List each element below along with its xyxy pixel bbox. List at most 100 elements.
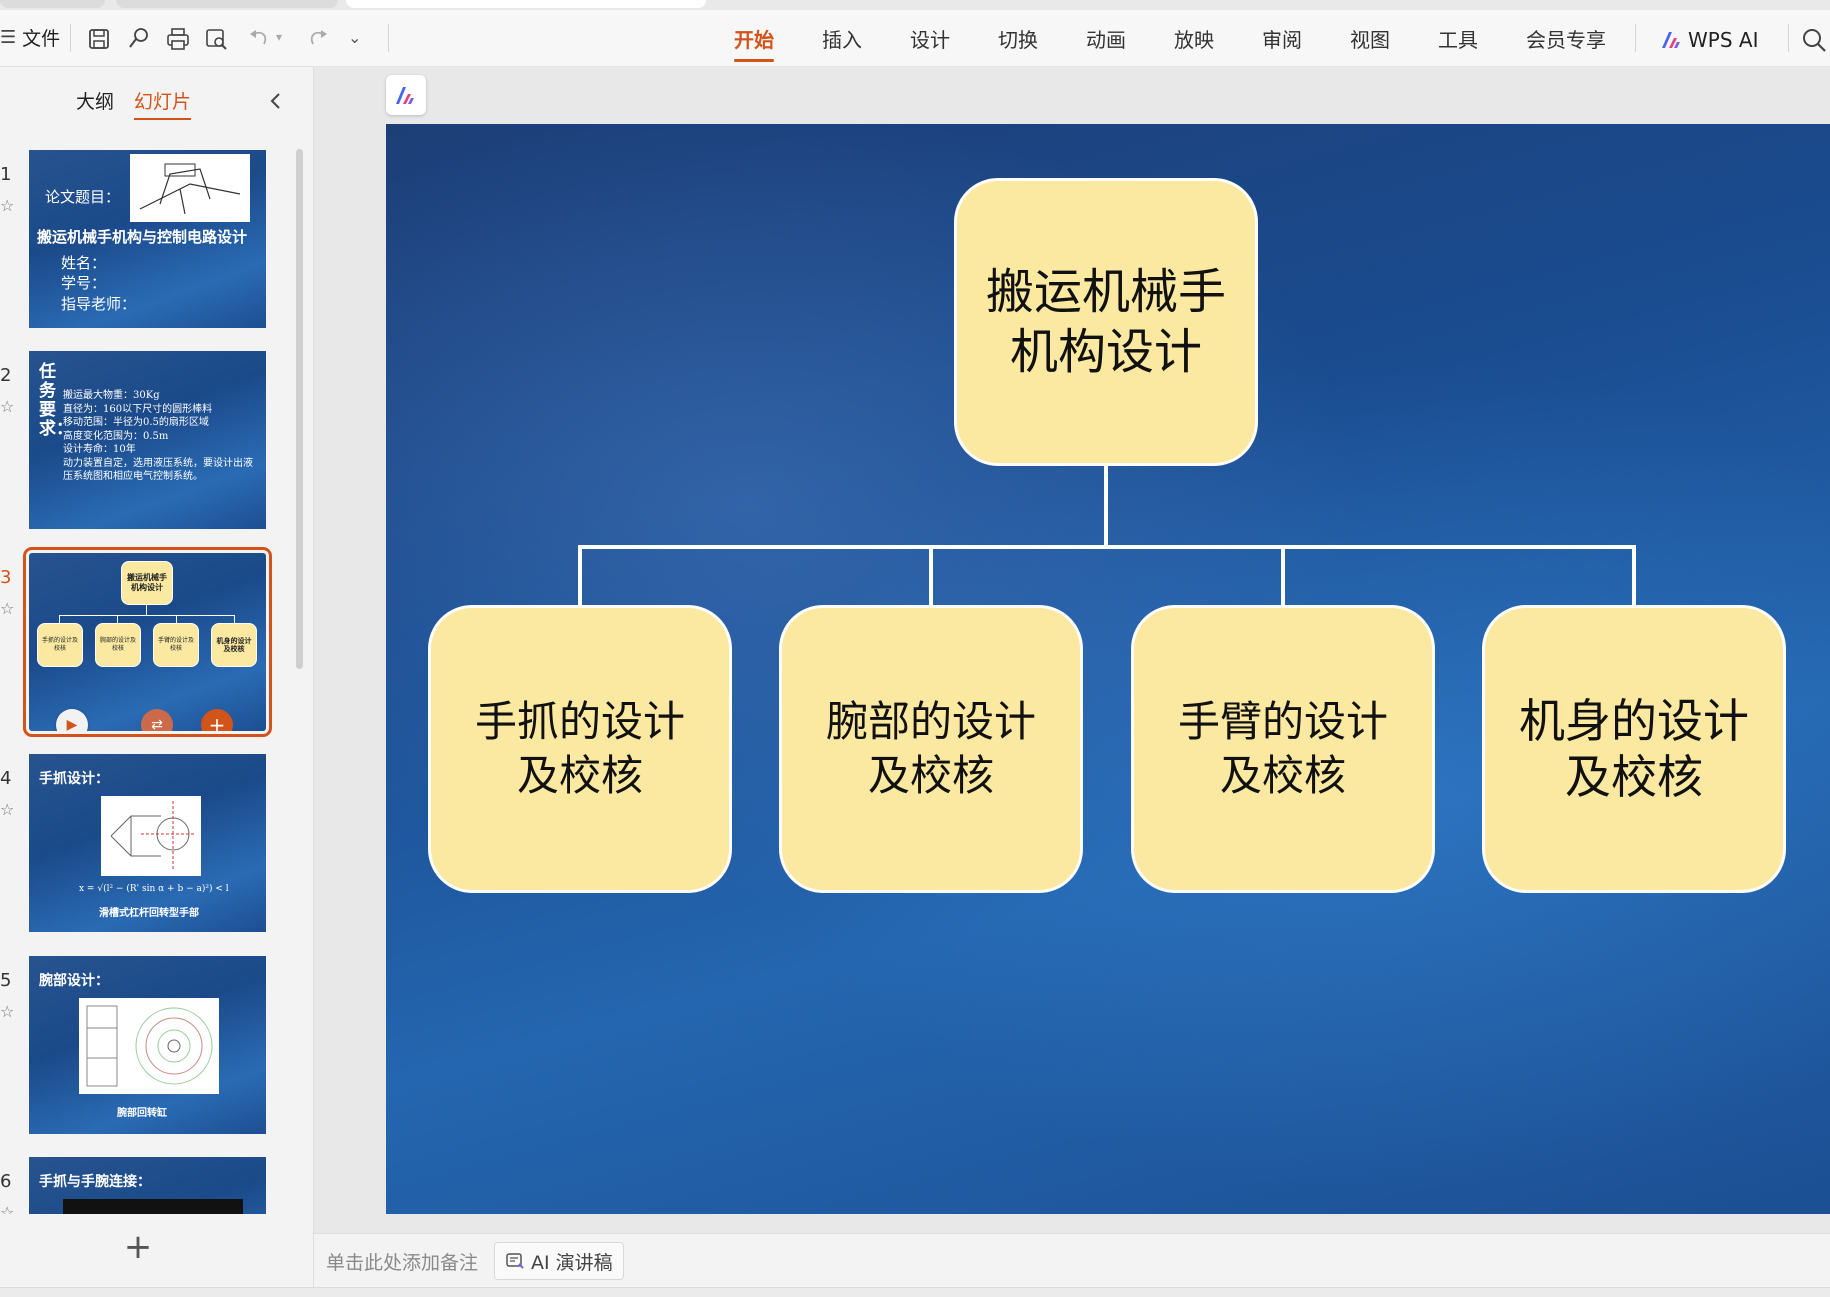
format-painter-icon[interactable] [126,26,152,52]
ribbon-menu: 开始 插入 设计 切换 动画 放映 审阅 视图 工具 会员专享 [710,22,1630,62]
slide-thumbnail-1[interactable]: 1 ☆ 论文题目： 搬运机械手机构与控制电路设计 姓名： 学号： 指导老师： [0,150,300,330]
root-node-box[interactable]: 搬运机械手 机构设计 [954,178,1258,466]
root-node-line-1: 搬运机械手 [985,264,1226,320]
dark-image [63,1199,243,1214]
thumb-line: 移动范围：半径为0.5的扇形区域 [63,417,209,428]
thumb-line: 动力装置自定，选用液压系统，要设计出液压系统图和相应电气控制系统。 [63,457,253,483]
floating-ai-button[interactable] [386,75,426,115]
notes-input[interactable]: 单击此处添加备注 [326,1248,478,1275]
file-menu-button[interactable]: ☰ 文件 [0,24,60,51]
toolbar-divider [1788,24,1789,52]
slide-thumbnail-5[interactable]: 5 ☆ 腕部设计： 腕部回转缸 [0,956,300,1136]
toolbar-divider [1635,24,1636,52]
child-node-line-2: 及校核 [516,751,643,800]
child-node-box[interactable]: 机身的设计 及校核 [1482,605,1786,893]
slide-number: 4 [0,768,12,789]
favorite-star-icon[interactable]: ☆ [0,196,14,215]
notes-bar: 单击此处添加备注 AI 演讲稿 [314,1233,1830,1288]
slide-thumbnail-2[interactable]: 2 ☆ 任务要求： 搬运最大物重：30Kg 直径为：160以下尺寸的圆形棒料 移… [0,351,300,531]
slide-thumbnail-image[interactable]: 手抓与手腕连接： [29,1157,266,1214]
child-node-line-2: 及校核 [867,751,994,800]
ai-script-label: AI 演讲稿 [531,1251,613,1274]
tab-slides[interactable]: 幻灯片 [134,87,192,120]
thumb-child-box: 手臂的设计及校核 [153,623,199,667]
diagram-image [130,154,250,222]
play-icon: ▶ [66,717,78,731]
redo-icon[interactable] [305,26,331,52]
thumb-title: 手抓与手腕连接： [39,1174,151,1190]
root-node-line-2: 机构设计 [1009,324,1202,380]
slide-thumbnail-3[interactable]: 3 ☆ 搬运机械手机构设计 手抓的设计及校核 腕部的设计及校核 手臂的设计及校核… [0,547,300,737]
menu-tab[interactable]: 会员专享 [1502,22,1630,58]
tab-outline[interactable]: 大纲 [76,87,114,114]
favorite-star-icon[interactable]: ☆ [0,800,14,819]
favorite-star-icon[interactable]: ☆ [0,397,14,416]
save-icon[interactable] [86,26,112,52]
slide-number: 6 [0,1171,12,1192]
thumb-requirements: 搬运最大物重：30Kg 直径为：160以下尺寸的圆形棒料 移动范围：半径为0.5… [63,389,259,484]
slide-thumbnail-image[interactable]: 手抓设计： x = √(l² − (R' sin α + b − a)²) < … [29,754,266,932]
play-slide-button[interactable]: ▶ [56,709,88,731]
slide-thumbnail-image[interactable]: 搬运机械手机构设计 手抓的设计及校核 腕部的设计及校核 手臂的设计及校核 机身的… [23,547,272,737]
add-slide-after-button[interactable]: + [201,709,233,731]
thumb-line: 指导老师： [61,295,137,313]
menu-tab[interactable]: 审阅 [1238,22,1326,58]
thumb-line: 高度变化范围为：0.5m [63,430,169,442]
connector-root [1104,463,1108,547]
menu-tab[interactable]: 动画 [1062,22,1150,58]
child-node-box[interactable]: 腕部的设计 及校核 [779,605,1083,893]
thumb-caption: 滑槽式杠杆回转型手部 [99,908,199,919]
slide-thumbnail-6[interactable]: 6 ☆ 手抓与手腕连接： [0,1157,300,1214]
thumb-caption: 腕部回转缸 [117,1108,167,1119]
window-tab[interactable] [0,0,105,8]
slide-number: 2 [0,365,12,386]
menu-tab[interactable]: 视图 [1326,22,1414,58]
wps-ai-button[interactable]: WPS AI [1660,22,1758,58]
slide-thumbnail-4[interactable]: 4 ☆ 手抓设计： x = √(l² − (R' sin α + b − a)²… [0,754,300,934]
menu-tab[interactable]: 放映 [1150,22,1238,58]
thumb-line: 搬运最大物重：30Kg [63,390,160,401]
connector [146,605,147,615]
child-node-line-2: 及校核 [1219,751,1346,800]
search-icon[interactable] [1800,26,1828,54]
menu-tab[interactable]: 工具 [1414,22,1502,58]
thumb-root-box: 搬运机械手机构设计 [121,561,173,605]
menu-icon: ☰ [0,27,17,48]
favorite-star-icon[interactable]: ☆ [0,1203,14,1214]
connector [59,615,60,623]
undo-icon[interactable] [246,26,272,52]
window-tab[interactable] [116,0,338,8]
slide-canvas[interactable]: 搬运机械手 机构设计 手抓的设计 及校核 腕部的设计 及校核 手臂的设计 及校核… [386,124,1830,1214]
slide-thumbnail-image[interactable]: 任务要求： 搬运最大物重：30Kg 直径为：160以下尺寸的圆形棒料 移动范围：… [29,351,266,529]
thumb-child-box: 机身的设计及校核 [211,623,257,667]
ribbon-toolbar: ☰ 文件 ▾ ⌄ 开始 插入 设计 切换 动画 放映 审阅 视图 工具 会员专享 WPS AI [0,10,1830,67]
print-preview-icon[interactable] [203,26,229,52]
customize-toolbar-chevron-icon[interactable]: ⌄ [348,28,361,47]
favorite-star-icon[interactable]: ☆ [0,1002,14,1021]
child-node-line-1: 手抓的设计 [474,697,685,746]
connector-horizontal [578,545,1634,549]
undo-dropdown-icon[interactable]: ▾ [276,30,282,44]
print-icon[interactable] [165,26,191,52]
slide-thumbnail-image[interactable]: 论文题目： 搬运机械手机构与控制电路设计 姓名： 学号： 指导老师： [29,150,266,328]
ai-speech-script-button[interactable]: AI 演讲稿 [494,1242,624,1280]
menu-tab[interactable]: 插入 [798,22,886,58]
window-tab-active[interactable] [346,0,706,8]
child-node-line-2: 及校核 [1565,750,1703,804]
child-node-box[interactable]: 手臂的设计 及校核 [1131,605,1435,893]
thumb-line: 直径为：160以下尺寸的圆形棒料 [63,403,213,415]
menu-tab[interactable]: 开始 [710,22,798,62]
thumb-line: 姓名： [61,254,107,272]
slide-transition-button[interactable]: ⇄ [141,709,173,731]
connector [59,615,235,616]
slide-thumbnail-image[interactable]: 腕部设计： 腕部回转缸 [29,956,266,1134]
add-slide-button[interactable]: + [122,1227,154,1267]
thumb-title: 论文题目： [45,188,121,206]
favorite-star-icon[interactable]: ☆ [0,599,14,618]
thumb-title: 腕部设计： [39,973,109,989]
menu-tab[interactable]: 切换 [974,22,1062,58]
child-node-box[interactable]: 手抓的设计 及校核 [428,605,732,893]
window-tab-strip [0,0,1830,10]
menu-tab[interactable]: 设计 [886,22,974,58]
collapse-panel-chevron-icon[interactable] [268,91,284,111]
